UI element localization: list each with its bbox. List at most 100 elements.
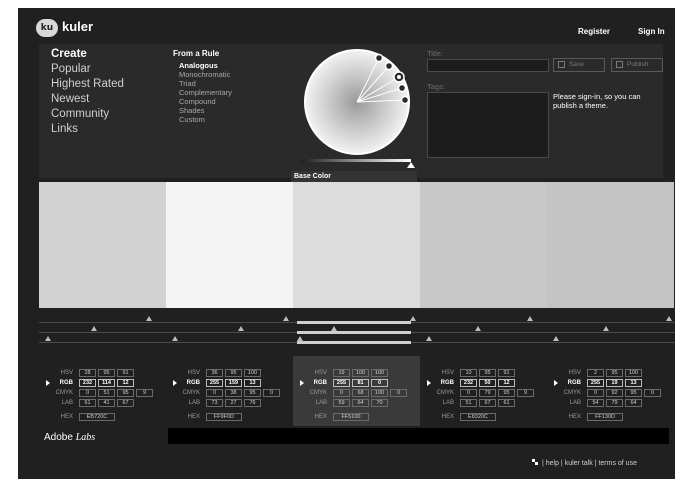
title-input[interactable] <box>427 59 549 72</box>
slider-thumb[interactable] <box>410 316 416 321</box>
rgb-g-field[interactable]: 81 <box>352 379 369 387</box>
cmyk-y-field[interactable]: 95 <box>117 389 134 397</box>
cmyk-k-field[interactable]: 0 <box>263 389 280 397</box>
cmyk-y-field[interactable]: 95 <box>498 389 515 397</box>
cmyk-c-field[interactable]: 0 <box>460 389 477 397</box>
lab-a-field[interactable]: 67 <box>479 399 496 407</box>
slider-thumb[interactable] <box>553 336 559 341</box>
slider-thumb[interactable] <box>297 336 303 341</box>
rgb-b-field[interactable]: 13 <box>244 379 261 387</box>
slider-thumb[interactable] <box>426 336 432 341</box>
wheel-handle[interactable] <box>400 95 410 105</box>
nav-popular[interactable]: Popular <box>51 63 91 75</box>
hex-field[interactable]: EB720C <box>79 413 115 421</box>
cmyk-y-field[interactable]: 95 <box>625 389 642 397</box>
hsv-s-field[interactable]: 95 <box>225 369 242 377</box>
cmyk-k-field[interactable]: 9 <box>517 389 534 397</box>
rgb-g-field[interactable]: 114 <box>98 379 115 387</box>
rgb-b-field[interactable]: 12 <box>498 379 515 387</box>
cmyk-c-field[interactable]: 0 <box>333 389 350 397</box>
lab-b-field[interactable]: 70 <box>371 399 388 407</box>
hsv-h-field[interactable]: 19 <box>333 369 350 377</box>
rule-monochromatic[interactable]: Monochromatic <box>179 70 230 79</box>
wheel-handle[interactable] <box>374 53 384 63</box>
lab-b-field[interactable]: 76 <box>244 399 261 407</box>
cmyk-m-field[interactable]: 38 <box>225 389 242 397</box>
hsv-v-field[interactable]: 100 <box>625 369 642 377</box>
tags-input[interactable] <box>427 92 549 158</box>
rgb-b-field[interactable]: 0 <box>371 379 388 387</box>
cmyk-k-field[interactable]: 0 <box>644 389 661 397</box>
color-swatch[interactable] <box>166 182 293 308</box>
hsv-h-field[interactable]: 2 <box>587 369 604 377</box>
rgb-g-field[interactable]: 50 <box>479 379 496 387</box>
rule-complementary[interactable]: Complementary <box>179 88 232 97</box>
hsv-s-field[interactable]: 95 <box>479 369 496 377</box>
color-swatch[interactable] <box>547 182 674 308</box>
hex-field[interactable]: FF130D <box>587 413 623 421</box>
hex-field[interactable]: FF9F0D <box>206 413 242 421</box>
rgb-b-field[interactable]: 12 <box>117 379 134 387</box>
hsv-s-field[interactable]: 95 <box>606 369 623 377</box>
brightness-slider[interactable] <box>301 159 411 162</box>
publish-button[interactable]: Publish <box>611 58 663 72</box>
lab-b-field[interactable]: 61 <box>498 399 515 407</box>
hsv-s-field[interactable]: 95 <box>98 369 115 377</box>
rule-shades[interactable]: Shades <box>179 106 204 115</box>
slider-thumb[interactable] <box>146 316 152 321</box>
cmyk-m-field[interactable]: 92 <box>606 389 623 397</box>
hsv-h-field[interactable]: 28 <box>79 369 96 377</box>
rgb-r-field[interactable]: 232 <box>460 379 477 387</box>
cmyk-m-field[interactable]: 68 <box>352 389 369 397</box>
wheel-handle[interactable] <box>384 61 394 71</box>
sign-in-link[interactable]: Sign In <box>638 27 665 36</box>
cmyk-y-field[interactable]: 95 <box>244 389 261 397</box>
slider-thumb[interactable] <box>45 336 51 341</box>
nav-community[interactable]: Community <box>51 108 109 120</box>
color-swatch[interactable] <box>420 182 547 308</box>
nav-highest-rated[interactable]: Highest Rated <box>51 78 124 90</box>
hsv-v-field[interactable]: 100 <box>371 369 388 377</box>
hsv-v-field[interactable]: 91 <box>117 369 134 377</box>
kuler-logo-icon[interactable]: ku <box>36 19 58 37</box>
slider-thumb[interactable] <box>666 316 672 321</box>
rule-compound[interactable]: Compound <box>179 97 216 106</box>
save-button[interactable]: Save <box>553 58 605 72</box>
register-link[interactable]: Register <box>578 27 610 36</box>
rgb-r-field[interactable]: 255 <box>206 379 223 387</box>
kuler-talk-link[interactable]: kuler talk <box>565 460 593 467</box>
cmyk-k-field[interactable]: 0 <box>390 389 407 397</box>
kuler-logo-text[interactable]: kuler <box>62 19 93 34</box>
color-wheel[interactable] <box>301 44 413 156</box>
help-link[interactable]: help <box>546 460 559 467</box>
color-swatch-selected[interactable] <box>293 182 420 308</box>
slider-thumb[interactable] <box>475 326 481 331</box>
color-swatch[interactable] <box>39 182 166 308</box>
cmyk-y-field[interactable]: 100 <box>371 389 388 397</box>
lab-l-field[interactable]: 54 <box>587 399 604 407</box>
cmyk-c-field[interactable]: 0 <box>206 389 223 397</box>
wheel-handle[interactable] <box>397 83 407 93</box>
lab-a-field[interactable]: 41 <box>98 399 115 407</box>
hex-field[interactable]: E8320C <box>460 413 496 421</box>
nav-links[interactable]: Links <box>51 123 78 135</box>
hsv-h-field[interactable]: 36 <box>206 369 223 377</box>
lab-l-field[interactable]: 73 <box>206 399 223 407</box>
terms-link[interactable]: terms of use <box>598 460 637 467</box>
cmyk-k-field[interactable]: 9 <box>136 389 153 397</box>
cmyk-m-field[interactable]: 51 <box>98 389 115 397</box>
slider-thumb[interactable] <box>238 326 244 331</box>
slider-thumb[interactable] <box>603 326 609 331</box>
nav-newest[interactable]: Newest <box>51 93 89 105</box>
lab-a-field[interactable]: 79 <box>606 399 623 407</box>
adobe-labs-logo[interactable]: Adobe Labs <box>44 432 95 443</box>
lab-b-field[interactable]: 64 <box>625 399 642 407</box>
slider-thumb[interactable] <box>91 326 97 331</box>
cmyk-c-field[interactable]: 0 <box>79 389 96 397</box>
rgb-r-field[interactable]: 232 <box>79 379 96 387</box>
lab-a-field[interactable]: 27 <box>225 399 242 407</box>
slider-thumb[interactable] <box>283 316 289 321</box>
lab-l-field[interactable]: 51 <box>460 399 477 407</box>
hex-field[interactable]: FF5100 <box>333 413 369 421</box>
slider-thumb[interactable] <box>172 336 178 341</box>
